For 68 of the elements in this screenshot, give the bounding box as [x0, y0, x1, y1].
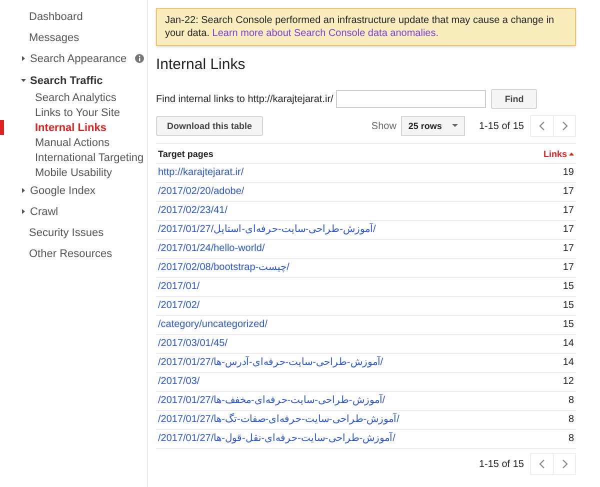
nav-item[interactable]: Dashboard	[29, 10, 83, 22]
links-count: 8	[568, 395, 574, 406]
notice-text: Jan-22: Search Console performed an infrastructure update that may cause a change in your data. Learn more about Search Console data anomalies.	[165, 14, 556, 40]
links-count: 8	[568, 414, 574, 425]
show-label: Show	[371, 120, 396, 132]
caret-right-icon	[21, 188, 26, 193]
links-count: 17	[562, 224, 574, 235]
page-link[interactable]: http://karajtejarat.ir/	[158, 167, 244, 178]
nav-item[interactable]: Manual Actions	[35, 136, 110, 148]
caret-down-icon	[21, 78, 26, 83]
pager-text: 1-15 of 15	[478, 120, 524, 132]
caret-right-icon	[21, 56, 26, 61]
links-count: 12	[562, 376, 574, 387]
nav-item[interactable]: Security Issues	[29, 226, 104, 238]
page-link[interactable]: /2017/01/24/hello-world/	[158, 243, 265, 254]
page-link[interactable]: /2017/01/27/آموزش-طراحی-سایت-حرفه‌ای-نقل-قول-ها/	[158, 433, 396, 444]
sort-arrow-icon	[569, 152, 574, 156]
column-header[interactable]: Target pages	[158, 148, 214, 158]
download-button[interactable]: Download this table	[156, 116, 264, 136]
caret-right-icon	[21, 209, 26, 214]
chevron-right-icon	[562, 459, 568, 469]
find-label: Find internal links to http://karajtejarat.ir/	[156, 94, 334, 104]
find-field[interactable]	[336, 90, 486, 108]
page-link[interactable]: /2017/02/	[158, 300, 200, 311]
nav-item[interactable]: Mobile Usability	[35, 166, 112, 178]
links-count: 14	[562, 338, 574, 349]
links-count: 15	[562, 300, 574, 311]
links-count: 17	[562, 186, 574, 197]
pager-text: 1-15 of 15	[478, 458, 524, 470]
find-button[interactable]: Find	[491, 89, 538, 109]
notice-link[interactable]: Learn more about Search Console data anomalies.	[212, 28, 439, 39]
nav-item[interactable]: Other Resources	[29, 248, 112, 260]
nav-group[interactable]: Search Appearance	[30, 52, 127, 64]
links-count: 17	[562, 243, 574, 254]
links-count: 14	[562, 357, 574, 368]
nav-item[interactable]: Internal Links	[35, 122, 107, 134]
rows-dropdown[interactable]: 25 rows	[401, 116, 465, 136]
active-marker	[0, 120, 4, 135]
page-link[interactable]: /2017/02/23/41/	[158, 205, 228, 216]
page-link[interactable]: /2017/01/27/آموزش-طراحی-سایت-حرفه‌ای-آدرس-ها/	[158, 357, 384, 368]
links-count: 15	[562, 319, 574, 330]
page-title: Internal Links	[156, 56, 246, 73]
chevron-left-icon	[539, 459, 545, 469]
caret-down-icon	[452, 124, 458, 128]
links-count: 17	[562, 205, 574, 216]
page-link[interactable]: /2017/01/27/آموزش-طراحی-سایت-حرفه‌ای-صفات-تگ-ها/	[158, 414, 400, 425]
nav-item[interactable]: Links to Your Site	[35, 106, 120, 118]
links-count: 17	[562, 262, 574, 273]
nav-group[interactable]: Search Traffic	[30, 74, 103, 86]
nav-group[interactable]: Crawl	[30, 206, 58, 218]
page-link[interactable]: /2017/02/20/adobe/	[158, 186, 244, 197]
chevron-left-icon	[539, 121, 545, 131]
page-link[interactable]: /2017/03/01/45/	[158, 338, 228, 349]
nav-item[interactable]: Search Analytics	[35, 92, 116, 104]
page-link[interactable]: /2017/01/	[158, 281, 200, 292]
nav-group[interactable]: Google Index	[30, 184, 96, 196]
links-count: 19	[562, 167, 574, 178]
page-link[interactable]: /category/uncategorized/	[158, 319, 268, 330]
nav-item[interactable]: Messages	[29, 32, 80, 44]
page-link[interactable]: /2017/01/27/آموزش-طراحی-سایت-حرفه‌ای-استایل/	[158, 224, 376, 235]
column-header[interactable]: Links	[543, 148, 574, 158]
links-count: 15	[562, 281, 574, 292]
links-count: 8	[568, 433, 574, 444]
page-link[interactable]: /2017/01/27/آموزش-طراحی-سایت-حرفه‌ای-مخفف-ها/	[158, 395, 386, 406]
nav-item[interactable]: International Targeting	[35, 152, 144, 164]
chevron-right-icon	[562, 121, 568, 131]
page-link[interactable]: /2017/02/08/bootstrap-چیست/	[158, 262, 290, 273]
page-link[interactable]: /2017/03/	[158, 376, 200, 387]
